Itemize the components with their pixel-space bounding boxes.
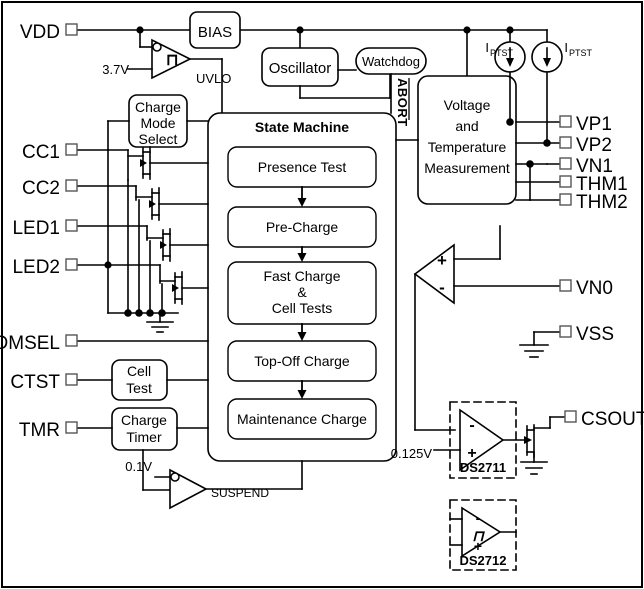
state-label-fast-charge-2: & [297,284,307,300]
pin-label-vp2: VP2 [576,135,612,156]
pin-square-csout[interactable] [564,410,577,423]
junction-iptst2-vp2 [543,139,551,147]
diagram-svg-container: VDD CC1 CC2 LED1 LED2 DMSEL CTST TMR VP1… [0,0,644,589]
functional-block-diagram: VDD CC1 CC2 LED1 LED2 DMSEL CTST TMR VP1… [0,1,644,588]
vn0-plus-mark: + [437,251,447,270]
suspend-threshold-label: 0.1V [125,459,152,474]
pin-label-tmr: TMR [19,420,60,441]
pin-square-tmr[interactable] [65,421,78,434]
pin-label-vn0: VN0 [576,278,613,299]
state-label-presence-test: Presence Test [258,159,347,175]
state-label-top-off-charge: Top-Off Charge [254,353,350,369]
bias-label: BIAS [198,24,232,41]
pin-square-thm2[interactable] [559,193,572,206]
pin-square-vss[interactable] [559,325,572,338]
junction-src-2 [135,309,143,317]
pin-label-thm2: THM2 [576,192,628,213]
charge-timer-line-1: Charge [121,412,167,428]
state-label-pre-charge: Pre-Charge [266,219,339,235]
junction-rail-vt [463,26,471,34]
state-machine-title: State Machine [255,119,349,135]
charge-mode-line-2: Mode [140,115,175,131]
vt-line-3: Temperature [428,139,507,155]
pin-label-vp1: VP1 [576,114,612,135]
junction-src-1 [124,309,132,317]
uvlo-threshold-label: 3.7V [102,62,129,77]
iptst-left-symbol: I [485,40,489,55]
pin-label-csout: CSOUT [581,409,644,430]
abort-signal-group: ABORT [395,78,410,127]
pin-square-cc1[interactable] [65,143,78,156]
vt-line-4: Measurement [424,160,510,176]
pin-square-cc2[interactable] [65,179,78,192]
cs-threshold-label: 0.125V [391,446,433,461]
suspend-invert-bubble [170,472,180,482]
charge-mode-line-3: Select [139,131,178,147]
ds2711-minus-mark: - [469,417,474,434]
charge-mode-line-1: Charge [135,99,181,115]
pin-square-vp1[interactable] [559,115,572,128]
suspend-signal-label: SUSPEND [211,486,269,500]
pin-label-ctst: CTST [10,372,60,393]
block-diagram-canvas: VDD CC1 CC2 LED1 LED2 DMSEL CTST TMR VP1… [0,0,644,589]
cell-test-line-1: Cell [127,363,151,379]
pin-label-dmsel: DMSEL [0,333,60,354]
pin-square-vp2[interactable] [559,136,572,149]
pin-label-cc1: CC1 [22,142,60,163]
charge-timer-line-2: Timer [126,429,162,445]
oscillator-label: Oscillator [269,60,332,77]
pin-square-dmsel[interactable] [65,334,78,347]
state-label-maintenance-charge: Maintenance Charge [237,411,367,427]
pin-square-led2[interactable] [65,258,78,271]
junction-src-3 [146,309,154,317]
iptst-right-subscript: PTST [569,48,593,58]
ds2711-label: DS2711 [460,460,506,475]
pin-label-vss: VSS [576,324,614,345]
uvlo-signal-label: UVLO [196,71,231,86]
pin-label-led1: LED1 [12,218,60,239]
junction-iptst1-vp1 [506,118,514,126]
pin-square-led1[interactable] [65,219,78,232]
state-label-fast-charge-1: Fast Charge [263,268,340,284]
pin-square-ctst[interactable] [65,373,78,386]
cell-test-line-2: Test [126,380,152,396]
junction-led2-bus [104,261,112,269]
uvlo-hysteresis-symbol: ⊓ [166,52,178,69]
pin-label-led2: LED2 [12,257,60,278]
vt-line-2: and [455,118,478,134]
ds2712-hysteresis-symbol: ⊓ [472,528,485,545]
pin-square-vn1[interactable] [559,157,572,170]
pin-square-vn0[interactable] [559,279,572,292]
abort-signal-label: ABORT [395,78,410,127]
iptst-right-symbol: I [564,40,568,55]
pin-square-thm1[interactable] [559,175,572,188]
junction-rail-osc [296,26,304,34]
junction-vdd-bias [136,26,144,34]
iptst-left-subscript: PTST [490,48,514,58]
vn0-minus-mark: - [439,278,445,297]
pin-label-cc2: CC2 [22,178,60,199]
state-label-fast-charge-3: Cell Tests [272,300,332,316]
uvlo-invert-bubble [152,42,162,52]
pin-square-vdd[interactable] [65,23,78,36]
vt-line-1: Voltage [444,97,491,113]
junction-rail-iptst1 [506,26,514,34]
pin-label-vdd: VDD [20,22,60,43]
watchdog-label: Watchdog [362,54,420,69]
ds2712-minus-mark: - [476,510,481,526]
ds2712-label: DS2712 [460,553,507,568]
